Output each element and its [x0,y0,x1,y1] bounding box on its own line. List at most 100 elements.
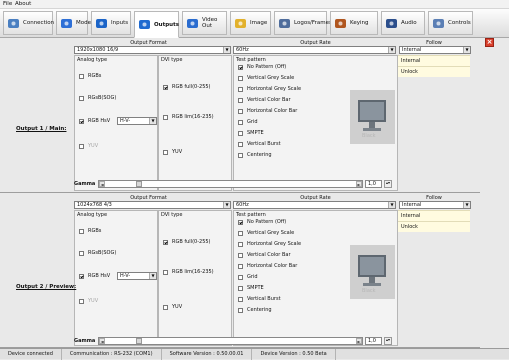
follow-select[interactable]: Internal ▼ [399,201,471,209]
test-vertical-grey-scale-checkbox-label: Vertical Grey Scale [247,230,295,236]
analog-yuv-checkbox-label: YUV [88,298,99,304]
tab-toolbar: Connection Mode Inputs Outputs Video Out Imag… [0,9,509,38]
tab-label: Connection [23,20,55,26]
tab-logos-frames[interactable]: Logos/Frames [274,11,332,35]
dvi-rgb-full-0-255--checkbox-box [163,84,168,90]
test-grid-checkbox[interactable]: Grid [238,119,258,125]
test-no-pattern-off--checkbox[interactable]: No Pattern (Off) [238,219,286,225]
test-horizontal-color-bar-checkbox[interactable]: Horizontal Color Bar [238,263,297,269]
analog-rgb-hsv-checkbox[interactable]: RGB HsV [79,273,110,279]
gamma-value-field[interactable]: 1,0 [365,337,382,345]
tab-inputs[interactable]: Inputs [91,11,131,35]
slider-right-icon[interactable]: ► [356,181,362,187]
follow-option-unlock[interactable]: Unlock [398,66,470,77]
slider-left-icon[interactable]: ◄ [99,338,105,344]
test-horizontal-grey-scale-checkbox[interactable]: Horizontal Grey Scale [238,241,301,247]
follow-option-internal[interactable]: Internal [398,55,470,66]
test-vertical-grey-scale-checkbox[interactable]: Vertical Grey Scale [238,230,294,236]
follow-select[interactable]: Internal ▼ [399,46,471,54]
test-grid-checkbox-box [238,119,243,125]
slider-thumb[interactable] [136,338,142,344]
analog-rgsb-sog--checkbox[interactable]: RGsB(SOG) [79,95,116,101]
close-icon[interactable]: × [485,38,494,47]
test-vertical-burst-checkbox-box [238,141,243,147]
dvi-rgb-full-0-255--checkbox[interactable]: RGB full(0-255) [163,84,211,90]
dvi-rgb-lim-16-235--checkbox-label: RGB lim(16-235) [172,269,214,275]
gamma-spinner[interactable]: ▴▾ [384,337,392,345]
slider-left-icon[interactable]: ◄ [99,181,105,187]
tab-label: Audio [401,20,417,26]
analog-rgb-hsv-checkbox-box [79,273,84,279]
analog-rgbs-checkbox-box [79,73,84,79]
tab-video-out[interactable]: Video Out [182,11,227,35]
tab-mode[interactable]: Mode [56,11,91,35]
analog-rgbs-checkbox[interactable]: RGBs [79,228,101,234]
output-format-value: 1920x1080 16/9 [77,47,119,53]
dvi-rgb-lim-16-235--checkbox-label: RGB lim(16-235) [172,114,214,120]
test-no-pattern-off--checkbox[interactable]: No Pattern (Off) [238,64,286,70]
test-horizontal-grey-scale-checkbox-box [238,241,243,247]
sync-select[interactable]: H-V- ▼ [117,272,157,280]
tab-controls[interactable]: Controls [428,11,473,35]
menu-file[interactable]: File [3,1,12,7]
test-horizontal-color-bar-checkbox-box [238,263,243,269]
test-grid-checkbox-box [238,274,243,280]
test-vertical-grey-scale-checkbox-box [238,75,243,81]
slider-right-icon[interactable]: ► [356,338,362,344]
slider-thumb[interactable] [136,181,142,187]
dvi-yuv-checkbox[interactable]: YUV [163,304,182,310]
test-vertical-burst-checkbox[interactable]: Vertical Burst [238,141,281,147]
test-smpte-checkbox[interactable]: SMPTE [238,130,264,136]
dvi-rgb-lim-16-235--checkbox[interactable]: RGB lim(16-235) [163,114,214,120]
output-2-label: Output 2 / Preview: [16,284,77,290]
gamma-value-field[interactable]: 1,0 [365,180,382,188]
sync-select[interactable]: H-V- ▼ [117,117,157,125]
tab-image[interactable]: Image [230,11,271,35]
follow-option-unlock[interactable]: Unlock [398,221,470,232]
status-device-version: Device Version : 0.50 Beta [252,348,336,360]
analog-rgsb-sog--checkbox[interactable]: RGsB(SOG) [79,250,116,256]
test-horizontal-grey-scale-checkbox[interactable]: Horizontal Grey Scale [238,86,301,92]
gamma-slider[interactable]: ◄ ► [98,337,363,345]
test-horizontal-color-bar-checkbox-label: Horizontal Color Bar [247,263,298,269]
video-out-icon [187,18,198,28]
test-vertical-grey-scale-checkbox[interactable]: Vertical Grey Scale [238,75,294,81]
dvi-rgb-lim-16-235--checkbox[interactable]: RGB lim(16-235) [163,269,214,275]
test-vertical-color-bar-checkbox[interactable]: Vertical Color Bar [238,252,291,258]
tab-audio[interactable]: Audio [381,11,425,35]
chevron-down-icon: ▼ [463,202,470,208]
dvi-rgb-full-0-255--checkbox[interactable]: RGB full(0-255) [163,239,211,245]
gamma-slider[interactable]: ◄ ► [98,180,363,188]
test-smpte-checkbox[interactable]: SMPTE [238,285,264,291]
tab-outputs[interactable]: Outputs [134,11,179,38]
test-vertical-burst-checkbox-box [238,296,243,302]
test-no-pattern-off--checkbox-label: No Pattern (Off) [247,64,287,70]
gamma-label: Gamma [74,338,96,344]
follow-value: Internal [402,202,422,208]
test-centering-checkbox[interactable]: Centering [238,307,272,313]
output-rate-select[interactable]: 60Hz ▼ [233,201,396,209]
gamma-spinner[interactable]: ▴▾ [384,180,392,188]
output-format-select[interactable]: 1920x1080 16/9 ▼ [74,46,231,54]
chevron-down-icon: ▼ [223,202,230,208]
dvi-yuv-checkbox[interactable]: YUV [163,149,182,155]
test-vertical-color-bar-checkbox[interactable]: Vertical Color Bar [238,97,291,103]
output-rate-select[interactable]: 60Hz ▼ [233,46,396,54]
tab-keying[interactable]: Keying [330,11,378,35]
tab-label: Video Out [202,17,218,29]
test-centering-checkbox[interactable]: Centering [238,152,272,158]
test-smpte-checkbox-label: SMPTE [247,285,264,291]
test-grid-checkbox[interactable]: Grid [238,274,258,280]
analog-rgb-hsv-checkbox[interactable]: RGB HsV [79,118,110,124]
image-icon [235,18,246,28]
menu-about[interactable]: About [15,1,31,7]
dvi-yuv-checkbox-label: YUV [172,304,183,310]
output-format-select[interactable]: 1024x768 4/3 ▼ [74,201,231,209]
test-horizontal-color-bar-checkbox[interactable]: Horizontal Color Bar [238,108,297,114]
analog-rgbs-checkbox[interactable]: RGBs [79,73,101,79]
analog-yuv-checkbox: YUV [79,298,98,304]
test-vertical-burst-checkbox[interactable]: Vertical Burst [238,296,281,302]
analog-rgb-hsv-checkbox-label: RGB HsV [88,273,111,279]
follow-option-internal[interactable]: Internal [398,210,470,221]
tab-connection[interactable]: Connection [3,11,55,35]
